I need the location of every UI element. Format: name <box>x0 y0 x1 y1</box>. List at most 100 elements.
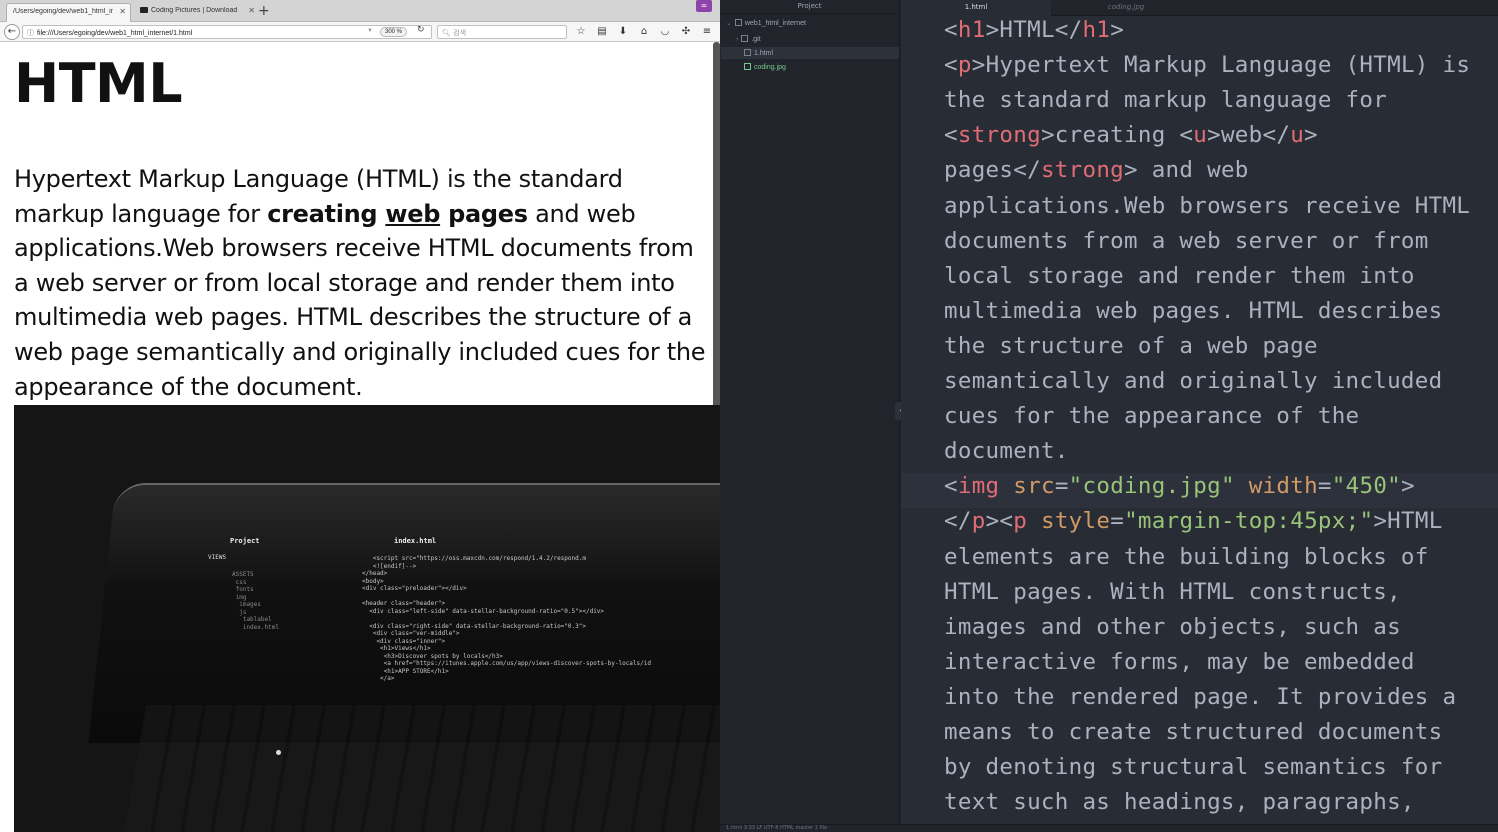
code-line: pages</strong> and web <box>944 157 1249 183</box>
code-token: src <box>1013 473 1055 500</box>
chevron-down-icon: ⌄ <box>726 20 732 27</box>
code-token: < <box>944 122 958 149</box>
menu-icon[interactable]: ≡ <box>700 25 714 39</box>
close-icon[interactable]: ✕ <box>248 6 255 15</box>
code-token: > <box>1110 17 1125 43</box>
code-token: >Hypertext Markup Language (HTML) is <box>971 52 1471 79</box>
tree-root-folder[interactable]: ⌄ web1_html_internet <box>726 19 806 27</box>
code-token: into the rendered page. It provides a <box>944 683 1457 710</box>
code-area[interactable]: <h1>HTML</h1> <p>Hypertext Markup Languag… <box>901 16 1498 824</box>
code-token: p <box>1013 508 1028 535</box>
code-token: the structure of a web page <box>944 332 1318 359</box>
download-icon[interactable]: ⬇ <box>616 25 630 39</box>
code-token: >creating < <box>1040 122 1194 149</box>
code-token: style <box>1040 508 1111 535</box>
code-line: <p>Hypertext Markup Language (HTML) is <box>944 52 1470 78</box>
code-token: < <box>944 473 958 500</box>
code-token: = <box>1317 473 1332 500</box>
code-line: by denoting structural semantics for <box>944 754 1442 780</box>
code-token: local storage and render them into <box>944 262 1415 289</box>
chevron-down-icon[interactable]: ▼ <box>367 28 373 34</box>
code-token: > <box>1401 473 1415 500</box>
tree-item-git[interactable]: › .git <box>736 35 761 43</box>
tree-item-label: web1_html_internet <box>744 20 806 27</box>
screen-project-label: Project <box>230 537 260 545</box>
url-bar[interactable]: ⓘ file:///Users/egoing/dev/web1_html_inte… <box>22 25 432 39</box>
code-token: u <box>1193 122 1208 149</box>
code-token: by denoting structural semantics for <box>944 754 1443 781</box>
code-token: pages</ <box>944 157 1041 184</box>
code-line: applications.Web browsers receive HTML <box>944 193 1470 219</box>
code-token: semantically and originally included <box>944 368 1443 394</box>
bookmark-star-icon[interactable]: ☆ <box>574 25 588 39</box>
code-token: strong <box>1040 157 1125 184</box>
reload-icon[interactable]: ↻ <box>417 25 425 35</box>
strong-text: creating web pages <box>267 200 528 228</box>
code-line: cues for the appearance of the <box>944 403 1359 429</box>
home-icon[interactable]: ⌂ <box>637 25 651 39</box>
code-line: elements are the building blocks of <box>944 544 1429 570</box>
tree-item-label: 1.html <box>754 50 774 57</box>
strong-part-2: pages <box>440 199 528 228</box>
camera-icon <box>140 7 148 13</box>
code-token: "coding.jpg" <box>1068 473 1235 500</box>
zoom-level[interactable]: 300 % <box>379 27 407 37</box>
code-token: >< <box>985 508 1014 535</box>
code-token: the standard markup language for <box>944 87 1388 114</box>
project-tree: Project ⌄ web1_html_internet › .git 1.html… <box>720 0 900 832</box>
underlined-web: web <box>385 199 441 228</box>
screen-file-tree: ASSETS css fonts img images js tablabel … <box>232 571 279 631</box>
tab-strip: /Users/egoing/dev/web1_html_inte ✕ Codin… <box>0 0 720 22</box>
tab-coding-jpg[interactable]: coding.jpg <box>1051 0 1201 16</box>
code-token: = <box>1054 473 1069 500</box>
tab-coding-pictures[interactable]: Coding Pictures | Download F ✕ <box>134 3 259 22</box>
code-token: interactive forms, may be embedded <box>944 648 1415 675</box>
code-line: into the rendered page. It provides a <box>944 684 1456 710</box>
tree-item-coding-jpg[interactable]: coding.jpg <box>744 63 786 71</box>
pocket-icon[interactable]: ◡ <box>658 25 672 39</box>
code-line: <h1>HTML</h1> <box>944 17 1124 43</box>
code-line: documents from a web server or from <box>944 228 1429 254</box>
code-token: < <box>944 52 958 79</box>
code-token: documents from a web server or from <box>944 227 1429 254</box>
code-line: HTML pages. With HTML constructs, <box>944 579 1401 605</box>
code-token: p <box>957 52 972 79</box>
reader-icon[interactable]: ▤ <box>595 25 609 39</box>
info-icon[interactable]: ⓘ <box>27 30 34 37</box>
repo-icon <box>734 19 742 26</box>
screen-file-label: index.html <box>394 537 437 545</box>
code-line: the standard markup language for <box>944 87 1387 113</box>
code-token: text such as headings, paragraphs, <box>944 789 1415 816</box>
code-token: >HTML</ <box>985 17 1083 43</box>
code-token: u <box>1290 122 1305 149</box>
screen-views-label: VIEWS <box>208 554 227 561</box>
code-token: cues for the appearance of the <box>944 403 1360 430</box>
tab-1-html[interactable]: /Users/egoing/dev/web1_html_inte ✕ <box>6 3 131 22</box>
code-token: < <box>944 17 958 43</box>
code-token: </ <box>944 508 972 535</box>
page-paragraph: Hypertext Markup Language (HTML) is the … <box>14 162 714 404</box>
extension-icon[interactable]: ✣ <box>679 25 693 39</box>
code-line: images and other objects, such as <box>944 614 1401 640</box>
code-line: local storage and render them into <box>944 263 1415 289</box>
code-token: images and other objects, such as <box>944 613 1401 640</box>
coding-image: Project VIEWS index.html ASSETS css font… <box>14 405 720 832</box>
code-token: strong <box>957 122 1041 149</box>
code-token: = <box>1110 508 1125 535</box>
back-button[interactable]: ← <box>4 24 20 40</box>
navigation-toolbar: ← ⓘ file:///Users/egoing/dev/web1_html_in… <box>0 22 720 42</box>
code-token: > and web <box>1124 157 1249 184</box>
chevron-right-icon: › <box>736 36 739 43</box>
code-line: the structure of a web page <box>944 333 1318 359</box>
code-token: > <box>1304 122 1318 149</box>
code-line: text such as headings, paragraphs, <box>944 789 1415 815</box>
tree-item-1-html[interactable]: 1.html <box>721 47 899 59</box>
tree-header: Project <box>720 0 899 14</box>
search-input[interactable]: 🔍︎ 검색 <box>437 25 567 39</box>
close-icon[interactable]: ✕ <box>119 7 126 16</box>
tab-1-html[interactable]: 1.html <box>901 0 1051 16</box>
new-tab-button[interactable]: + <box>258 3 270 19</box>
